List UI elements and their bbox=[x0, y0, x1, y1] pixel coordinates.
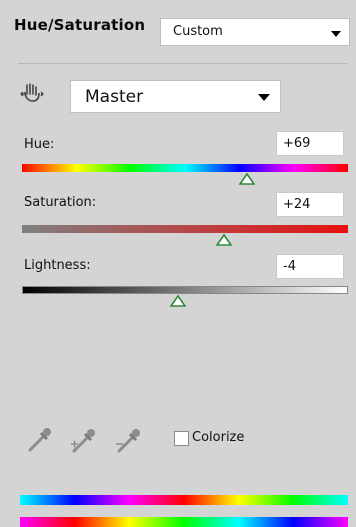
eyedropper-plus-icon[interactable] bbox=[68, 424, 98, 454]
preset-value: Custom bbox=[173, 24, 223, 39]
channel-dropdown[interactable]: Master bbox=[70, 80, 281, 113]
eyedropper-minus-icon[interactable] bbox=[113, 424, 143, 454]
hue-slider-thumb[interactable] bbox=[239, 173, 256, 185]
lightness-slider-thumb[interactable] bbox=[170, 295, 187, 307]
panel-header: Hue/Saturation Custom bbox=[0, 0, 356, 58]
input-color-strip bbox=[20, 495, 348, 505]
hue-label: Hue: bbox=[24, 137, 55, 152]
lightness-input[interactable]: -4 bbox=[276, 254, 344, 279]
saturation-value: +24 bbox=[283, 197, 311, 212]
saturation-label: Saturation: bbox=[24, 195, 97, 210]
header-divider bbox=[18, 63, 348, 64]
lightness-slider-track[interactable] bbox=[22, 286, 348, 294]
chevron-down-icon bbox=[331, 31, 341, 37]
eyedropper-icon[interactable] bbox=[26, 424, 56, 454]
target-adjust-icon[interactable] bbox=[20, 82, 44, 106]
saturation-slider-thumb[interactable] bbox=[216, 234, 233, 246]
preset-dropdown[interactable]: Custom bbox=[160, 18, 350, 46]
hue-saturation-panel: Hue/Saturation Custom Master Hue: +69 Sa… bbox=[0, 0, 356, 527]
hue-slider-track[interactable] bbox=[22, 164, 348, 172]
lightness-value: -4 bbox=[283, 259, 296, 274]
hue-input[interactable]: +69 bbox=[276, 131, 344, 156]
saturation-slider-track[interactable] bbox=[22, 225, 348, 233]
panel-title: Hue/Saturation bbox=[14, 16, 146, 34]
colorize-label: Colorize bbox=[192, 430, 245, 445]
colorize-checkbox[interactable] bbox=[174, 431, 189, 446]
chevron-down-icon bbox=[258, 94, 270, 101]
saturation-input[interactable]: +24 bbox=[276, 192, 344, 217]
hue-value: +69 bbox=[283, 136, 311, 151]
channel-value: Master bbox=[85, 87, 144, 107]
lightness-label: Lightness: bbox=[24, 258, 91, 273]
output-color-strip bbox=[20, 517, 348, 527]
